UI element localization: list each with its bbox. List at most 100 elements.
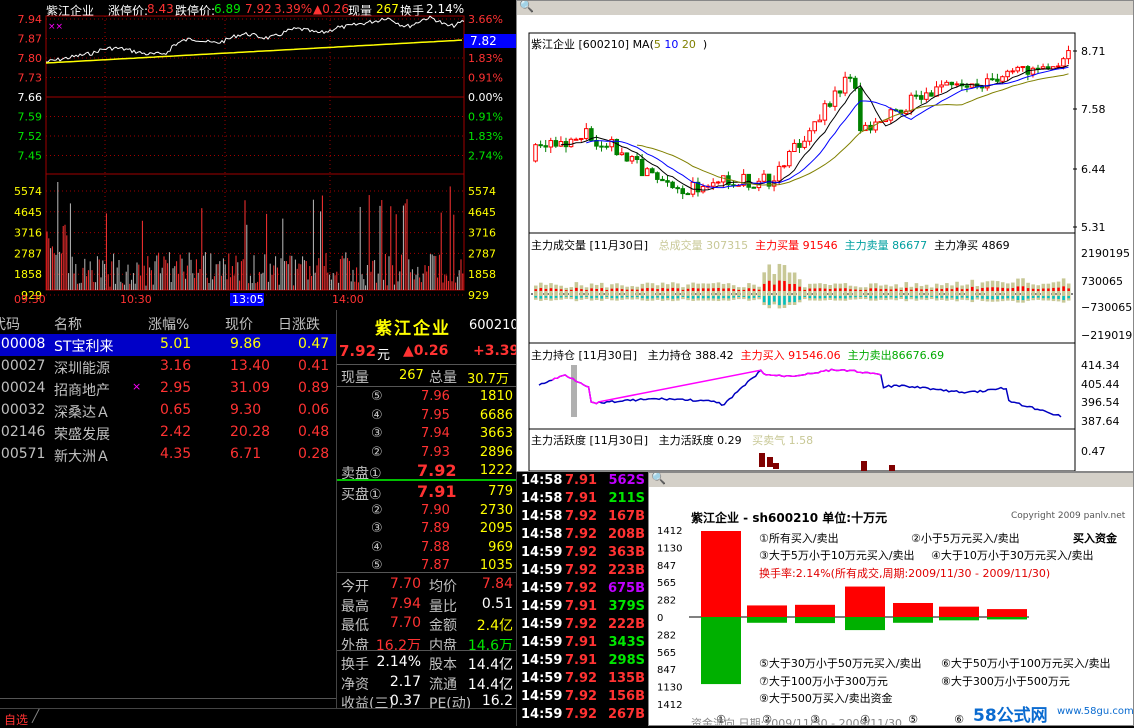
vol-sell-bar (580, 296, 583, 298)
hold-sell: 86676.69 (891, 349, 945, 362)
candle-body (954, 83, 960, 86)
candle-body (853, 77, 858, 89)
order-price: 7.90 (421, 502, 450, 518)
stat-l1: 换手 (341, 657, 369, 673)
vol-sell-bar (620, 296, 624, 298)
cell-code: 000008 (0, 336, 46, 352)
fund-y-tick: 565 (657, 578, 676, 589)
col-chg-header[interactable]: 日涨跌 (278, 314, 320, 334)
candle-body (832, 90, 838, 107)
vol-buy-bar (915, 288, 918, 291)
candle-body (979, 86, 985, 89)
tick-row: 14:58 7.91 211S (517, 491, 648, 509)
price-tick-label: 8.71 (1081, 45, 1106, 58)
stat-v2: 14.4亿 (467, 657, 513, 673)
candle-body (670, 181, 675, 189)
vol-buy-bar (564, 290, 568, 291)
tick-list[interactable]: 14:58 7.91 562S 14:58 7.91 211S 14:58 7.92 167B 1… (516, 472, 648, 726)
tick-price: 7.92 (565, 689, 598, 704)
fund-sell-bar (747, 617, 787, 623)
vol-buy-bar (712, 288, 715, 291)
order-volume: 969 (488, 539, 513, 555)
order-row: 卖盘① 7.92 1222 (337, 461, 516, 482)
tick-time: 14:59 (521, 563, 563, 578)
table-row[interactable]: 000008 ST宝利来 5.01 9.86 0.47 (0, 334, 336, 356)
vol-buy-bar (625, 289, 629, 291)
vol-buy-bar (818, 288, 822, 291)
col-price-header[interactable]: 现价 (225, 314, 253, 334)
tick-price: 7.91 (565, 653, 598, 668)
vol-sell-bar (544, 296, 548, 298)
vol-sell-bar (955, 296, 959, 299)
vol-sell-bar (833, 296, 837, 299)
fund-flow-window[interactable]: 🔍 紫江企业 - sh600210 单位:十万元 Copyright 2009 … (648, 472, 1134, 726)
hold-tick-label: 387.64 (1081, 415, 1120, 428)
vol-sell-bar (595, 296, 598, 298)
stat-v1: 16.2万 (375, 637, 421, 654)
candle-body (680, 188, 686, 195)
candle-body (924, 92, 929, 100)
table-row[interactable]: 000027 深圳能源 3.16 13.40 0.41 (0, 356, 336, 378)
vol-buy-label: 主力买量 (755, 239, 800, 252)
vol-sell-bar (712, 296, 715, 299)
table-row[interactable]: 000571 新大洲Ａ 4.35 6.71 0.28 (0, 444, 336, 466)
tick-volume: 211S (608, 491, 646, 506)
tick-volume: 363B (607, 545, 645, 560)
table-row[interactable]: 002146 荣盛发展 2.42 20.28 0.48 (0, 422, 336, 444)
hold-header: 主力持仓 [11月30日] (531, 349, 638, 362)
candle-body (609, 138, 614, 148)
order-level: ④ (371, 407, 383, 423)
act-bar (773, 463, 779, 469)
tick-volume: 379S (608, 599, 646, 614)
qp-curvol-label: 现量 (341, 370, 369, 386)
tick-price: 7.92 (565, 581, 598, 596)
ma20-line (636, 73, 1069, 186)
col-pct-header[interactable]: 涨幅% (148, 314, 189, 334)
candle-body (665, 180, 670, 183)
intraday-chart[interactable]: 紫江企业 涨停价: 8.43 跌停价: 6.89 7.92 3.39% ▲0.2… (0, 0, 516, 310)
vol-sell-bar (889, 296, 893, 298)
pct-tick-label: 1.83% (468, 52, 503, 65)
order-level: ③ (371, 521, 383, 537)
candle-body (634, 156, 640, 160)
vol-sell-bar (1067, 296, 1070, 299)
vol-bar (630, 286, 634, 300)
tab-watchlist[interactable]: 自选 (4, 711, 28, 728)
vol-bar (909, 286, 914, 300)
cell-chg: 0.41 (298, 358, 330, 374)
legend-5: ⑤大于30万小于50万元买入/卖出 (759, 657, 922, 670)
candle-body (685, 193, 691, 196)
vol-sell-bar (752, 296, 756, 298)
vol-sell-bar (615, 296, 619, 299)
cell-chg: 0.06 (298, 402, 330, 418)
vol-sell-bar (549, 296, 553, 299)
fund-bottom-text: 资金流向 日期:2009/11/30 - 2009/11/30 (691, 717, 902, 726)
candle-body (827, 103, 833, 107)
hold-sell-label: 主力卖出 (847, 349, 892, 362)
col-code-header[interactable]: 代码 (0, 314, 20, 334)
tick-price: 7.91 (565, 491, 598, 506)
vol-sell-bar (1042, 296, 1045, 299)
watchlist[interactable]: 代码 名称 涨幅% 现价 日涨跌 000008 ST宝利来 5.01 9.86 0.47… (0, 310, 336, 708)
stat-l1: 最高 (341, 598, 369, 615)
tick-row: 14:59 7.91 379S (517, 599, 648, 617)
avg-price-line (45, 39, 463, 64)
vol-buy-bar (534, 289, 538, 291)
price-tick-label: 7.73 (18, 72, 43, 85)
vol-bar (858, 287, 863, 300)
candle-body (553, 140, 559, 147)
price-tick-label: 7.80 (18, 52, 43, 65)
hold-highlight (571, 365, 577, 417)
candle-body (888, 109, 894, 121)
col-name-header[interactable]: 名称 (54, 314, 82, 334)
candle-body (847, 76, 853, 79)
vol-bar (848, 285, 853, 300)
fund-buy-bar (939, 606, 979, 617)
table-row[interactable]: 000032 深桑达Ａ 0.65 9.30 0.06 (0, 400, 336, 422)
vol-tick-label: −2190195 (1081, 329, 1134, 342)
vol-sell-bar (534, 296, 538, 298)
vol-buy-bar (864, 289, 867, 291)
kline-window[interactable]: 🔍 8.71 7.58 6.44 5.31 2190195 730065 −730065 −2… (516, 0, 1134, 472)
table-row[interactable]: 000024 招商地产 2.95 31.09 0.89 × (0, 378, 336, 400)
vol-sell-bar (1016, 296, 1020, 300)
